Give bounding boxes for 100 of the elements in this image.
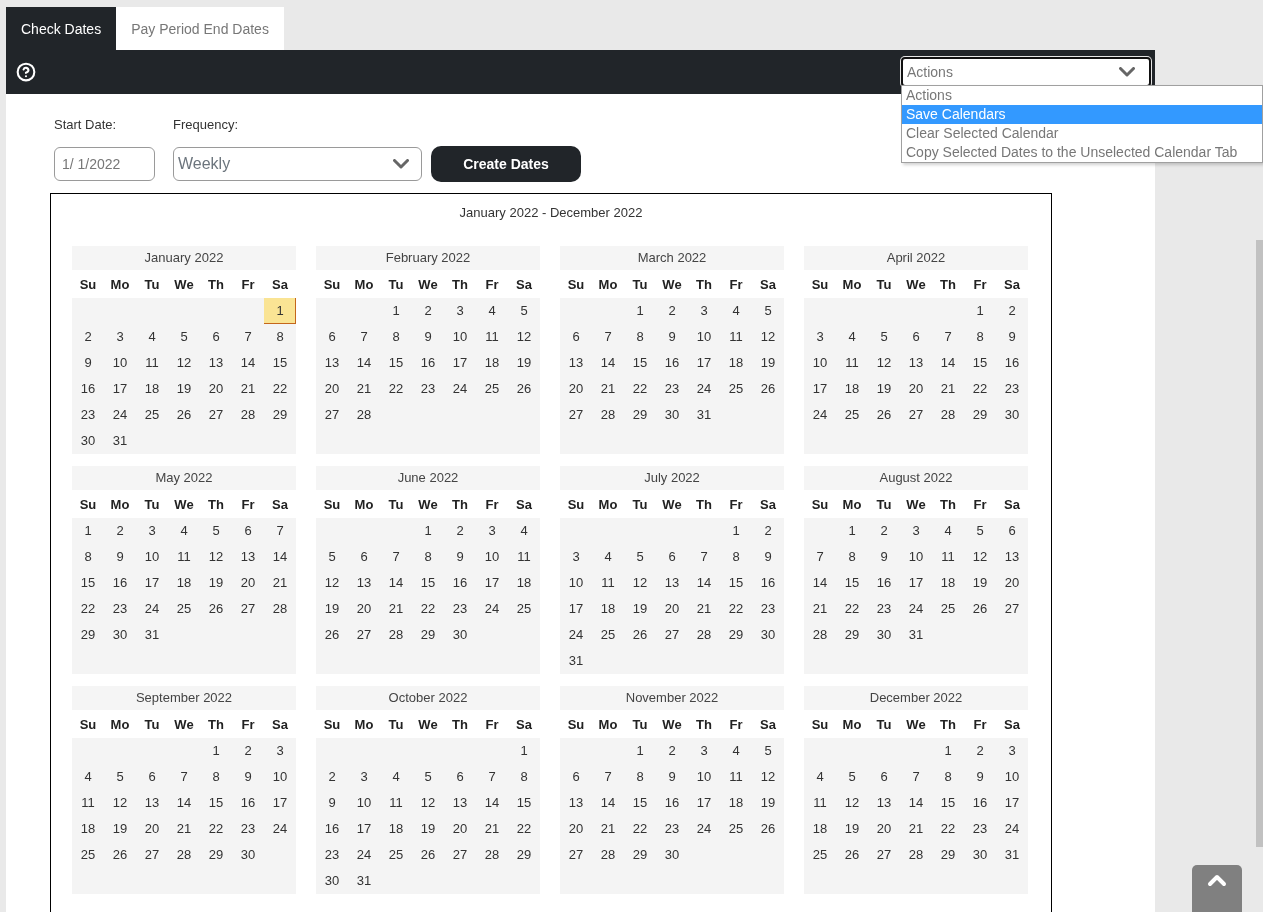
calendar-day[interactable]: 16 — [996, 350, 1028, 376]
calendar-day[interactable]: 30 — [656, 842, 688, 868]
calendar-day[interactable]: 10 — [560, 570, 592, 596]
calendar-day[interactable]: 5 — [752, 738, 784, 764]
calendar-day[interactable]: 21 — [264, 570, 296, 596]
calendar-day[interactable]: 20 — [232, 570, 264, 596]
calendar-day[interactable]: 20 — [996, 570, 1028, 596]
calendar-day[interactable]: 2 — [316, 764, 348, 790]
calendar-day[interactable]: 4 — [168, 518, 200, 544]
calendar-day[interactable]: 16 — [444, 570, 476, 596]
calendar-day[interactable]: 8 — [380, 324, 412, 350]
calendar-day[interactable]: 4 — [592, 544, 624, 570]
calendar-day[interactable]: 30 — [72, 428, 104, 454]
calendar-day[interactable]: 2 — [752, 518, 784, 544]
calendar-day[interactable]: 16 — [752, 570, 784, 596]
calendar-day[interactable]: 13 — [136, 790, 168, 816]
calendar-day[interactable]: 8 — [624, 324, 656, 350]
start-date-field[interactable]: 1/ 1/2022 — [54, 147, 155, 181]
calendar-day[interactable]: 14 — [688, 570, 720, 596]
menu-option[interactable]: Clear Selected Calendar — [902, 124, 1262, 143]
calendar-day[interactable]: 21 — [168, 816, 200, 842]
calendar-day[interactable]: 1 — [964, 298, 996, 324]
calendar-day[interactable]: 12 — [508, 324, 540, 350]
calendar-day[interactable]: 18 — [508, 570, 540, 596]
calendar-day[interactable]: 21 — [932, 376, 964, 402]
calendar-day[interactable]: 27 — [560, 402, 592, 428]
calendar-day[interactable]: 8 — [412, 544, 444, 570]
calendar-day[interactable]: 23 — [104, 596, 136, 622]
calendar-day[interactable]: 6 — [444, 764, 476, 790]
calendar-day[interactable]: 25 — [720, 376, 752, 402]
calendar-day[interactable]: 20 — [868, 816, 900, 842]
calendar-day[interactable]: 3 — [804, 324, 836, 350]
calendar-day[interactable]: 16 — [412, 350, 444, 376]
calendar-day[interactable]: 2 — [412, 298, 444, 324]
calendar-day[interactable]: 4 — [72, 764, 104, 790]
calendar-day[interactable]: 24 — [688, 376, 720, 402]
calendar-day[interactable]: 28 — [804, 622, 836, 648]
calendar-day[interactable]: 13 — [996, 544, 1028, 570]
calendar-day[interactable]: 21 — [592, 376, 624, 402]
calendar-day[interactable]: 23 — [964, 816, 996, 842]
calendar-day[interactable]: 27 — [868, 842, 900, 868]
calendar-day[interactable]: 18 — [932, 570, 964, 596]
calendar-day[interactable]: 1 — [720, 518, 752, 544]
calendar-day[interactable]: 31 — [996, 842, 1028, 868]
calendar-day[interactable]: 23 — [444, 596, 476, 622]
calendar-day[interactable]: 2 — [868, 518, 900, 544]
calendar-day[interactable]: 30 — [232, 842, 264, 868]
calendar-day[interactable]: 24 — [996, 816, 1028, 842]
calendar-day[interactable]: 10 — [996, 764, 1028, 790]
calendar-day[interactable]: 12 — [316, 570, 348, 596]
calendar-day[interactable]: 4 — [508, 518, 540, 544]
menu-option[interactable]: Actions — [902, 86, 1262, 105]
calendar-day[interactable]: 30 — [104, 622, 136, 648]
calendar-day[interactable]: 30 — [996, 402, 1028, 428]
calendar-day[interactable]: 23 — [232, 816, 264, 842]
calendar-day[interactable]: 7 — [804, 544, 836, 570]
calendar-day[interactable]: 25 — [836, 402, 868, 428]
calendar-day[interactable]: 29 — [200, 842, 232, 868]
calendar-day[interactable]: 10 — [104, 350, 136, 376]
calendar-day[interactable]: 15 — [200, 790, 232, 816]
calendar-day[interactable]: 4 — [836, 324, 868, 350]
calendar-day[interactable]: 25 — [804, 842, 836, 868]
calendar-day[interactable]: 26 — [508, 376, 540, 402]
calendar-day[interactable]: 15 — [72, 570, 104, 596]
calendar-day[interactable]: 23 — [412, 376, 444, 402]
calendar-day[interactable]: 7 — [900, 764, 932, 790]
calendar-day[interactable]: 11 — [508, 544, 540, 570]
calendar-day[interactable]: 29 — [412, 622, 444, 648]
calendar-day[interactable]: 17 — [688, 790, 720, 816]
calendar-day[interactable]: 31 — [560, 648, 592, 674]
calendar-day[interactable]: 11 — [168, 544, 200, 570]
calendar-day[interactable]: 10 — [688, 324, 720, 350]
calendar-day[interactable]: 5 — [836, 764, 868, 790]
calendar-day[interactable]: 9 — [316, 790, 348, 816]
calendar-day[interactable]: 17 — [264, 790, 296, 816]
calendar-day[interactable]: 16 — [232, 790, 264, 816]
calendar-day[interactable]: 1 — [264, 298, 296, 324]
calendar-day[interactable]: 22 — [380, 376, 412, 402]
calendar-day[interactable]: 15 — [836, 570, 868, 596]
calendar-day[interactable]: 1 — [836, 518, 868, 544]
calendar-day[interactable]: 11 — [380, 790, 412, 816]
calendar-day[interactable]: 11 — [592, 570, 624, 596]
calendar-day[interactable]: 2 — [964, 738, 996, 764]
calendar-day[interactable]: 15 — [624, 790, 656, 816]
calendar-day[interactable]: 4 — [804, 764, 836, 790]
calendar-day[interactable]: 5 — [508, 298, 540, 324]
calendar-day[interactable]: 13 — [900, 350, 932, 376]
calendar-day[interactable]: 17 — [900, 570, 932, 596]
calendar-day[interactable]: 2 — [444, 518, 476, 544]
calendar-day[interactable]: 28 — [932, 402, 964, 428]
calendar-day[interactable]: 23 — [656, 816, 688, 842]
calendar-day[interactable]: 26 — [200, 596, 232, 622]
calendar-day[interactable]: 14 — [900, 790, 932, 816]
calendar-day[interactable]: 27 — [444, 842, 476, 868]
calendar-day[interactable]: 22 — [72, 596, 104, 622]
calendar-day[interactable]: 29 — [932, 842, 964, 868]
calendar-day[interactable]: 21 — [900, 816, 932, 842]
calendar-day[interactable]: 31 — [136, 622, 168, 648]
calendar-day[interactable]: 6 — [136, 764, 168, 790]
calendar-day[interactable]: 31 — [900, 622, 932, 648]
